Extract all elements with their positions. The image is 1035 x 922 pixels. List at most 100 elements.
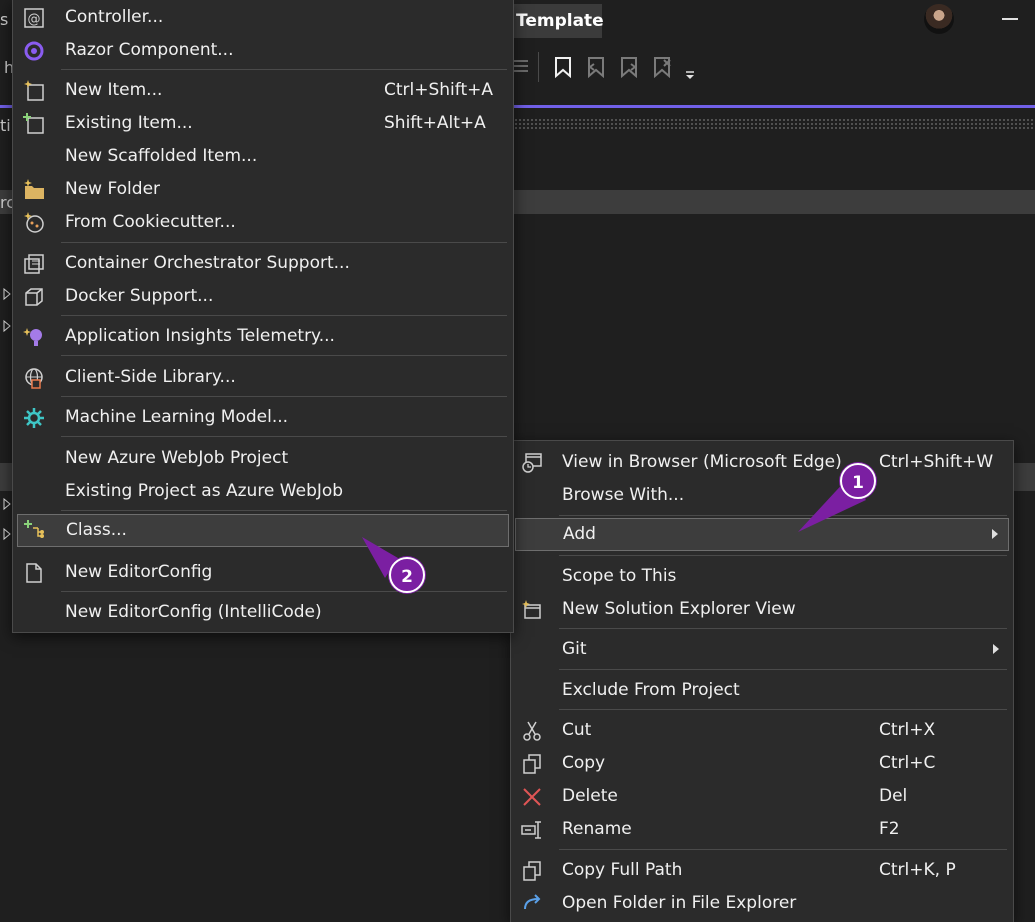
menu-item-shortcut: Shift+Alt+A <box>384 113 486 133</box>
client-side-library-icon <box>25 368 43 389</box>
menu-item-label: Delete <box>562 786 618 806</box>
next-bookmark-icon[interactable] <box>619 56 639 78</box>
menu-item-class[interactable]: Class... <box>17 514 509 547</box>
window-title: Template <box>510 4 604 38</box>
copy-full-path-icon <box>523 861 541 881</box>
existing-item-icon <box>23 113 44 134</box>
callout-badge-1: 1 <box>840 463 876 499</box>
menu-item-label: Copy Full Path <box>562 860 683 880</box>
toolbar-overflow-icon[interactable] <box>684 68 696 82</box>
menu-item-client-side-library[interactable]: Client-Side Library... <box>13 361 513 394</box>
application-insights-icon <box>23 328 42 346</box>
menu-item-shortcut: Del <box>879 786 908 806</box>
menu-separator <box>559 849 1007 850</box>
toolbar-list-icon[interactable] <box>512 56 530 78</box>
menu-item-shortcut: F2 <box>879 819 900 839</box>
project-context-menu: View in Browser (Microsoft Edge) Ctrl+Sh… <box>510 440 1014 922</box>
menu-item-shortcut: Ctrl+C <box>879 753 936 773</box>
cut-icon <box>523 721 541 741</box>
tree-expand-icons[interactable] <box>2 288 12 338</box>
menu-item-git[interactable]: Git <box>511 633 1013 666</box>
new-item-icon <box>24 80 44 101</box>
menu-separator <box>559 628 1007 629</box>
menu-item-label: Docker Support... <box>65 286 214 306</box>
menu-item-label: Open Folder in File Explorer <box>562 893 797 913</box>
menu-item-label: New Azure WebJob Project <box>65 448 289 468</box>
class-icon <box>24 520 44 538</box>
menu-separator <box>61 315 507 316</box>
menu-item-cut[interactable]: Cut Ctrl+X <box>511 714 1013 747</box>
menu-item-docker-support[interactable]: Docker Support... <box>13 280 513 313</box>
menu-item-add[interactable]: Add <box>515 518 1009 551</box>
menu-item-from-cookiecutter[interactable]: From Cookiecutter... <box>13 206 513 239</box>
menu-item-container-orchestrator-support[interactable]: Container Orchestrator Support... <box>13 247 513 280</box>
user-avatar[interactable] <box>924 4 954 34</box>
menu-item-label: Existing Project as Azure WebJob <box>65 481 344 501</box>
menu-item-new-item[interactable]: New Item... Ctrl+Shift+A <box>13 74 513 107</box>
menu-item-label: Controller... <box>65 7 164 27</box>
menu-item-label: Machine Learning Model... <box>65 407 289 427</box>
menu-item-new-scaffolded-item[interactable]: New Scaffolded Item... <box>13 140 513 173</box>
menu-item-label: Razor Component... <box>65 40 234 60</box>
menu-item-new-folder[interactable]: New Folder <box>13 173 513 206</box>
view-in-browser-icon <box>522 453 542 473</box>
menu-separator <box>61 242 507 243</box>
menu-item-existing-project-as-webjob[interactable]: Existing Project as Azure WebJob <box>13 475 513 508</box>
menu-item-copy[interactable]: Copy Ctrl+C <box>511 747 1013 780</box>
callout-badge-2: 2 <box>389 557 425 593</box>
menu-item-label: Copy <box>562 753 606 773</box>
menu-item-new-azure-webjob[interactable]: New Azure WebJob Project <box>13 442 513 475</box>
menu-item-copy-full-path[interactable]: Copy Full Path Ctrl+K, P <box>511 854 1013 887</box>
panel-grip[interactable] <box>510 118 1035 130</box>
menu-item-shortcut: Ctrl+X <box>879 720 936 740</box>
menu-item-open-folder[interactable]: Open Folder in File Explorer <box>511 887 1013 920</box>
menu-item-label: View in Browser (Microsoft Edge) <box>562 452 842 472</box>
bookmark-icon[interactable] <box>553 56 573 78</box>
menu-item-controller[interactable]: @ Controller... <box>13 1 513 34</box>
menu-item-label: New Solution Explorer View <box>562 599 796 619</box>
menu-separator <box>61 69 507 70</box>
menu-fragment: s <box>0 10 9 29</box>
container-orchestrator-icon <box>24 254 44 274</box>
previous-bookmark-icon[interactable] <box>586 56 606 78</box>
menu-separator <box>559 709 1007 710</box>
machine-learning-icon <box>24 408 44 428</box>
clear-bookmarks-icon[interactable] <box>652 56 672 78</box>
menu-item-new-solution-explorer-view[interactable]: New Solution Explorer View <box>511 593 1013 626</box>
minimize-button[interactable] <box>1002 18 1018 20</box>
menu-item-label: New EditorConfig <box>65 562 213 582</box>
menu-item-view-in-browser[interactable]: View in Browser (Microsoft Edge) Ctrl+Sh… <box>511 446 1013 479</box>
menu-separator <box>559 555 1007 556</box>
editorconfig-icon <box>26 563 42 583</box>
menu-item-new-editorconfig[interactable]: New EditorConfig <box>13 556 513 589</box>
new-folder-icon <box>24 179 44 199</box>
menu-separator <box>61 591 507 592</box>
controller-icon: @ <box>24 8 44 28</box>
menu-item-delete[interactable]: Delete Del <box>511 780 1013 813</box>
menu-item-exclude-from-project[interactable]: Exclude From Project <box>511 674 1013 707</box>
menu-separator <box>61 396 507 397</box>
menu-item-label: Scope to This <box>562 566 677 586</box>
submenu-arrow-icon <box>993 644 999 654</box>
menu-item-machine-learning-model[interactable]: Machine Learning Model... <box>13 401 513 434</box>
menu-separator <box>559 669 1007 670</box>
menu-item-browse-with[interactable]: Browse With... <box>511 479 1013 512</box>
menu-item-shortcut: Ctrl+Shift+W <box>879 452 994 472</box>
menu-item-new-editorconfig-intellicode[interactable]: New EditorConfig (IntelliCode) <box>13 596 513 629</box>
menu-item-razor-component[interactable]: Razor Component... <box>13 34 513 67</box>
menu-item-rename[interactable]: Rename F2 <box>511 813 1013 846</box>
menu-item-label: Git <box>562 639 587 659</box>
menu-item-scope-to-this[interactable]: Scope to This <box>511 560 1013 593</box>
menu-item-label: Existing Item... <box>65 113 193 133</box>
menu-item-label: Exclude From Project <box>562 680 740 700</box>
copy-icon <box>523 754 541 774</box>
menu-item-label: New EditorConfig (IntelliCode) <box>65 602 322 622</box>
open-folder-icon <box>524 894 541 910</box>
tree-expand-icons-lower[interactable] <box>2 498 12 544</box>
menu-item-label: Rename <box>562 819 632 839</box>
menu-item-existing-item[interactable]: Existing Item... Shift+Alt+A <box>13 107 513 140</box>
toolbar-divider <box>538 52 539 82</box>
menu-item-application-insights[interactable]: Application Insights Telemetry... <box>13 320 513 353</box>
menu-item-label: Client-Side Library... <box>65 367 236 387</box>
menu-separator <box>559 515 1007 516</box>
